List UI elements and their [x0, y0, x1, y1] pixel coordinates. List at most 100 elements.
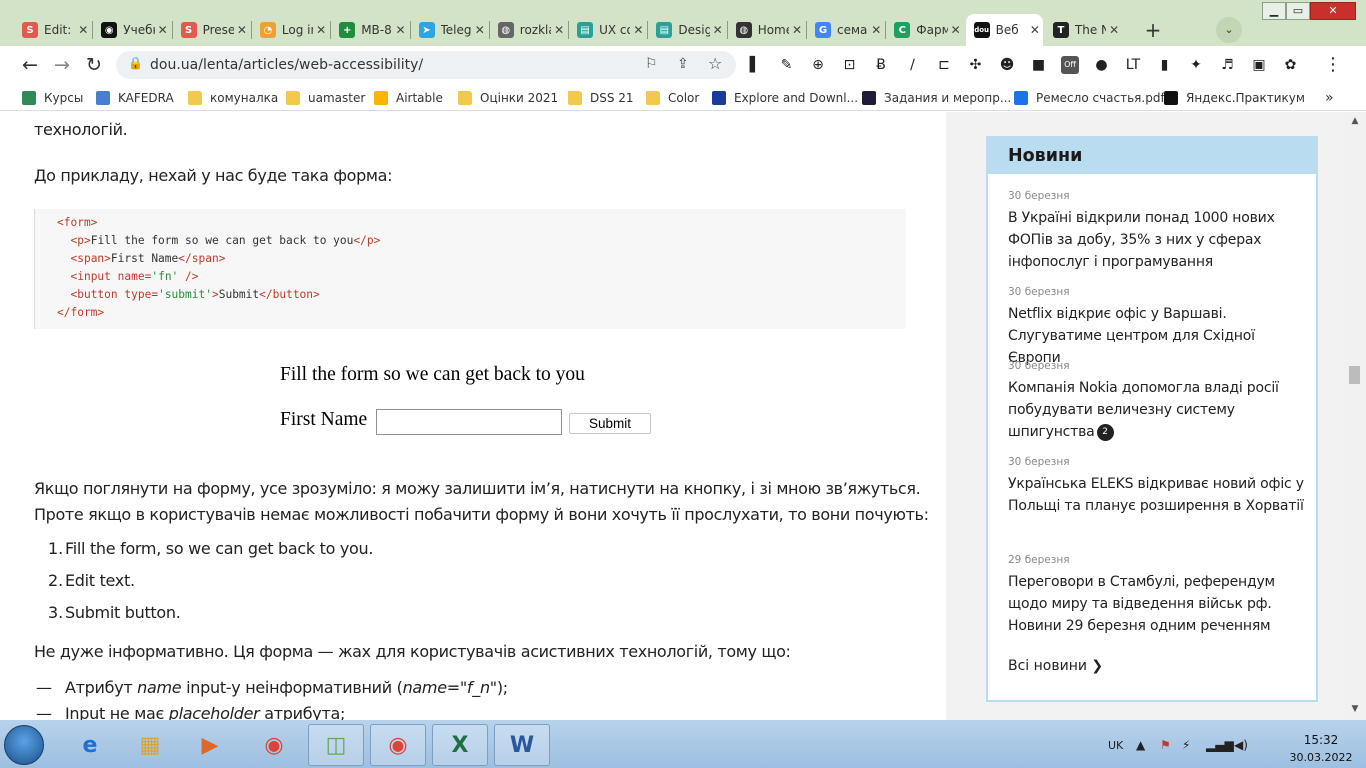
scroll-down-arrow[interactable]: ▼ — [1344, 704, 1366, 714]
extension-icon[interactable]: ✦ — [1187, 56, 1205, 74]
browser-tab[interactable]: + MB-81✕ — [331, 14, 408, 46]
minimize-button[interactable]: ▁ — [1262, 2, 1286, 20]
extension-icon[interactable]: LT — [1124, 56, 1142, 74]
bookmark-item[interactable]: Оцінки 2021 — [458, 89, 558, 107]
browser-tab[interactable]: S Present✕ — [173, 14, 250, 46]
show-hidden-icons[interactable]: ▲ — [1136, 738, 1145, 752]
bookmark-item[interactable]: Яндекс.Практикум — [1164, 89, 1305, 107]
extension-icon[interactable]: ● — [1093, 56, 1111, 74]
bookmark-item[interactable]: Explore and Downl... — [712, 89, 858, 107]
browser-tab[interactable]: dou Веб ✕ — [965, 14, 1043, 46]
all-news-link[interactable]: Всі новини ❯ — [1008, 658, 1103, 674]
news-title-link[interactable]: В Україні відкрили понад 1000 нових ФОПі… — [1008, 207, 1308, 273]
forward-button[interactable]: → — [47, 50, 77, 80]
word-icon[interactable]: W — [494, 724, 550, 766]
lock-icon[interactable]: 🔒 — [128, 56, 143, 70]
tab-close-icon[interactable]: ✕ — [630, 23, 646, 37]
browser-tab[interactable]: ◍ Homep✕ — [728, 14, 805, 46]
scroll-thumb[interactable] — [1349, 366, 1360, 384]
tab-close-icon[interactable]: ✕ — [1027, 23, 1043, 37]
tab-close-icon[interactable]: ✕ — [155, 23, 171, 37]
extension-icon[interactable]: ▌ — [746, 56, 764, 74]
sticky-notes-icon[interactable]: ◫ — [308, 724, 364, 766]
scroll-up-arrow[interactable]: ▲ — [1344, 116, 1366, 126]
browser-tab[interactable]: С Фарма✕ — [886, 14, 963, 46]
browser-menu-icon[interactable]: ⋮ — [1324, 56, 1342, 74]
chrome-icon[interactable]: ◉ — [246, 724, 302, 766]
browser-tab[interactable]: ▤ UX cou✕ — [569, 14, 646, 46]
tab-close-icon[interactable]: ✕ — [234, 23, 250, 37]
tab-close-icon[interactable]: ✕ — [392, 23, 408, 37]
start-button[interactable] — [4, 725, 44, 765]
news-title-link[interactable]: Компанія Nokia допомогла владі росії поб… — [1008, 377, 1308, 443]
clock-date[interactable]: 30.03.2022 — [1286, 751, 1356, 764]
network-signal-icon[interactable]: ▂▄▆ — [1206, 738, 1234, 752]
extension-icon[interactable]: ☻ — [998, 56, 1016, 74]
bookmark-item[interactable]: Color — [646, 89, 699, 107]
translate-icon[interactable]: ⚐ — [645, 56, 658, 72]
share-icon[interactable]: ⇪ — [677, 56, 689, 72]
browser-tab[interactable]: ▤ Design✕ — [648, 14, 725, 46]
bookmark-item[interactable]: uamaster — [286, 89, 365, 107]
browser-tab[interactable]: ◔ Log in -✕ — [252, 14, 329, 46]
action-center-icon[interactable]: ⚑ — [1160, 738, 1171, 752]
tab-close-icon[interactable]: ✕ — [472, 23, 488, 37]
excel-icon[interactable]: X — [432, 724, 488, 766]
browser-tab[interactable]: ◍ rozklad✕ — [490, 14, 567, 46]
tab-search-button[interactable]: ⌄ — [1216, 17, 1242, 43]
language-indicator[interactable]: UK — [1108, 739, 1123, 752]
file-explorer-icon[interactable]: ▦ — [122, 724, 178, 766]
tab-close-icon[interactable]: ✕ — [868, 23, 884, 37]
browser-tab[interactable]: T The Ne✕ — [1045, 14, 1122, 46]
bookmark-item[interactable]: комуналка — [188, 89, 278, 107]
volume-icon[interactable]: ◀) — [1234, 738, 1248, 752]
extension-icon[interactable]: ✣ — [967, 56, 985, 74]
extension-icon[interactable]: Off — [1061, 56, 1079, 74]
clock-time[interactable]: 15:32 — [1296, 733, 1346, 747]
extension-icon[interactable]: ■ — [1030, 56, 1048, 74]
comment-count-badge[interactable]: 2 — [1096, 423, 1114, 441]
media-player-icon[interactable]: ▶ — [182, 724, 238, 766]
extension-icon[interactable]: Ƀ — [872, 56, 890, 74]
bookmark-item[interactable]: Задания и меропр... — [862, 89, 1011, 107]
tab-close-icon[interactable]: ✕ — [551, 23, 567, 37]
bookmark-item[interactable]: KAFEDRA — [96, 89, 174, 107]
extension-icon[interactable]: ⊡ — [841, 56, 859, 74]
extension-icon[interactable]: ✿ — [1282, 56, 1300, 74]
bookmark-item[interactable]: Курсы — [22, 89, 83, 107]
browser-tab[interactable]: ◉ Учебна✕ — [93, 14, 170, 46]
bookmark-item[interactable]: Ремесло счастья.pdf — [1014, 89, 1165, 107]
demo-first-name-input[interactable] — [376, 409, 562, 435]
page-scrollbar[interactable]: ▲ ▼ — [1344, 112, 1366, 720]
tab-close-icon[interactable]: ✕ — [75, 23, 91, 37]
tab-close-icon[interactable]: ✕ — [710, 23, 726, 37]
reload-button[interactable]: ↻ — [79, 50, 109, 80]
maximize-button[interactable]: ▭ — [1286, 2, 1310, 20]
extension-icon[interactable]: ∕ — [904, 56, 922, 74]
browser-tab[interactable]: S Edit: PD✕ — [14, 14, 91, 46]
chrome-icon[interactable]: ◉ — [370, 724, 426, 766]
news-title-link[interactable]: Переговори в Стамбулі, референдум щодо м… — [1008, 571, 1308, 637]
tab-close-icon[interactable]: ✕ — [313, 23, 329, 37]
new-tab-button[interactable]: + — [1140, 17, 1166, 43]
extension-icon[interactable]: ✎ — [778, 56, 796, 74]
url-text[interactable]: dou.ua/lenta/articles/web-accessibility/ — [150, 57, 423, 73]
extension-icon[interactable]: ⊏ — [935, 56, 953, 74]
power-icon[interactable]: ⚡ — [1182, 738, 1190, 752]
tab-close-icon[interactable]: ✕ — [948, 23, 964, 37]
tab-close-icon[interactable]: ✕ — [1106, 23, 1122, 37]
close-window-button[interactable]: ✕ — [1310, 2, 1356, 20]
extension-icon[interactable]: ⊕ — [809, 56, 827, 74]
extension-icon[interactable]: ♬ — [1219, 56, 1237, 74]
browser-tab[interactable]: ➤ Telegra✕ — [411, 14, 488, 46]
extension-icon[interactable]: ▣ — [1250, 56, 1268, 74]
demo-submit-button[interactable]: Submit — [569, 413, 651, 434]
news-title-link[interactable]: Українська ELEKS відкриває новий офіс у … — [1008, 473, 1308, 517]
bookmark-star-icon[interactable]: ☆ — [708, 54, 722, 73]
back-button[interactable]: ← — [15, 50, 45, 80]
bookmark-item[interactable]: DSS 21 — [568, 89, 634, 107]
browser-tab[interactable]: Gсемант✕ — [807, 14, 884, 46]
internet-explorer-icon[interactable]: e — [62, 724, 118, 766]
extension-icon[interactable]: ▮ — [1156, 56, 1174, 74]
bookmark-item[interactable]: Airtable — [374, 89, 443, 107]
